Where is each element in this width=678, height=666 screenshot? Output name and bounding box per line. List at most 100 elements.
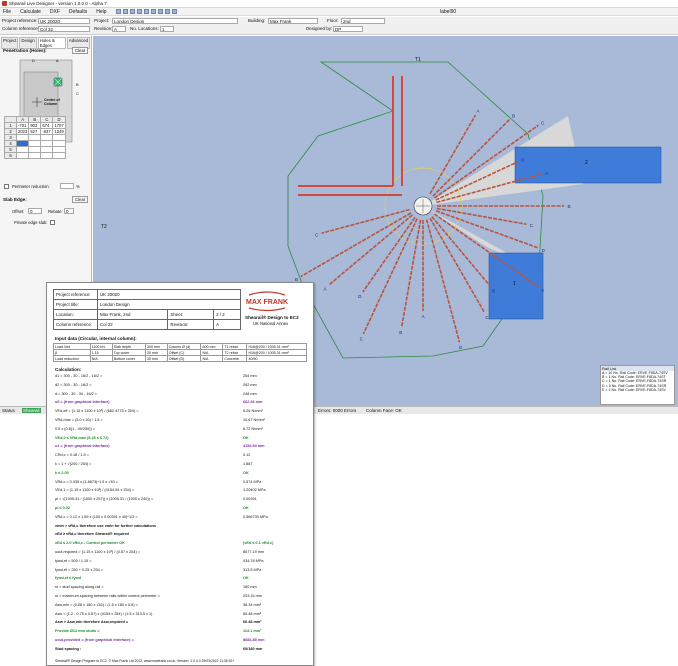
calc-result: 313.5 MPa (243, 567, 262, 572)
report-footer: Shearail® Design Program to EC2, © Max F… (55, 659, 235, 663)
menu-dxf[interactable]: DXF (50, 9, 60, 15)
hole-1[interactable] (488, 252, 544, 320)
perimeter-reduction-checkbox[interactable] (4, 184, 9, 189)
rail-type-label: C (315, 232, 319, 237)
private-edge-label: Private edge slab: (14, 220, 48, 225)
calc-icon[interactable] (150, 9, 156, 14)
brand-subtitle: Shearail® Design to EC2 (245, 315, 299, 320)
status-label: Status (2, 408, 15, 413)
project-label: Project: (94, 18, 110, 23)
calc-result: 6.72 N/mm² (243, 426, 263, 431)
calc-result: 0.12 (243, 453, 251, 458)
clear-holes-button[interactable]: Clear (72, 47, 89, 54)
export-icon[interactable] (143, 9, 149, 14)
building-field[interactable]: Max Frank (268, 18, 318, 24)
offset-field[interactable]: 0 (28, 208, 42, 214)
rail-type-label: A (541, 288, 544, 293)
list-item[interactable]: E = 2 No. Rail Code: ERVE-F8DA-74SV (601, 388, 674, 392)
zoom-icon[interactable] (164, 9, 170, 14)
rail-type-label: D (358, 294, 362, 299)
dim-t2-label: T2 (101, 224, 107, 230)
report-value: UK 20020 (97, 289, 241, 300)
column-reference-field[interactable]: Col 32 (38, 26, 90, 32)
report-value: London Design (97, 299, 241, 310)
new-icon[interactable] (115, 9, 121, 14)
table-cell[interactable]: 1349 (52, 128, 66, 135)
calc-line: uout,provided = (from graphical interfac… (55, 638, 134, 642)
shear-rail[interactable] (328, 214, 413, 286)
project-reference-field[interactable]: UK 20020 (38, 18, 90, 24)
report-value: Max Frank, 2nd (96, 309, 169, 320)
revision-field[interactable]: A (112, 26, 126, 32)
rebate-field[interactable]: 0 (64, 208, 74, 214)
save-icon[interactable] (129, 9, 135, 14)
no-locations-field[interactable]: 1 (160, 26, 174, 32)
column-face-status: Column Face: OK (366, 408, 402, 413)
table-cell: Offset (D) (166, 355, 202, 362)
calc-result: 0.574 MPa (243, 479, 262, 484)
calc-line: VRd,c = 0.035 x (1.8873)^1.5 x √40 = (55, 479, 118, 484)
table-cell[interactable] (52, 152, 66, 159)
slab-edge-title: Slab Edge: (3, 197, 27, 202)
open-icon[interactable] (122, 9, 128, 14)
calc-line: u1 = (from graphical interface) (55, 444, 110, 449)
table-cell[interactable] (40, 152, 54, 159)
svg-text:MAX FRANK: MAX FRANK (246, 299, 288, 306)
floor-field[interactable]: 2nd (341, 18, 385, 24)
info-icon[interactable] (171, 9, 177, 14)
input-table: Load Ved 1100 kN Slab depth 300 mm Column … (53, 343, 307, 362)
shear-rail[interactable] (434, 213, 539, 288)
table-cell[interactable]: 1707 (52, 122, 66, 129)
calc-line: 0.5 x (0.6(1 - 40/250)) = (55, 426, 95, 431)
table-row: Load reduction N/A Bottom cover 30 mm Offs… (53, 355, 307, 362)
table-cell: Concrete (222, 355, 248, 362)
penetration-title: Penetration (Holes): (3, 48, 47, 53)
private-edge-checkbox[interactable] (50, 220, 55, 225)
table-cell: Bottom cover (111, 355, 146, 362)
floor-label: Floor: (327, 18, 339, 23)
calc-result: 203.15 mm (243, 594, 262, 598)
table-cell[interactable] (15, 152, 30, 159)
rail-type-label: B (512, 113, 515, 118)
calc-line: fywd,ef ≤ fywd (55, 576, 81, 581)
calc-line: sr = stud spacing along rail = (55, 585, 104, 590)
rail-list-panel: Rail List A = 10 No. Rail Code: ERVE-F8D… (600, 365, 675, 405)
calc-line: VEd,0 ≤ VRd,max (5.26 ≤ 6.72) (55, 435, 109, 440)
project-fields: Project reference: UK 20020 Project: Lon… (0, 17, 678, 35)
shear-rail[interactable] (362, 218, 418, 335)
calc-result: OK (243, 435, 249, 440)
designed-by-field[interactable]: DP (333, 26, 363, 32)
menu-defaults[interactable]: Defaults (69, 9, 87, 15)
calc-result: 1.20402 MPa (243, 488, 266, 493)
report-label: Column reference: (53, 319, 98, 330)
label-right: label90 (440, 8, 457, 15)
project-reference-label: Project reference: (2, 18, 38, 23)
designed-by-label: Designed by: (306, 26, 333, 31)
calc-line: VRd,max = (3.0 x 40) / 1.5 = (55, 418, 103, 422)
menu-calculate[interactable]: Calculate (20, 9, 41, 15)
project-field[interactable]: London Design (112, 18, 238, 24)
menu-file[interactable]: File (3, 9, 11, 15)
calc-result: 38.34 mm² (243, 602, 262, 607)
calc-result: 113.1 mm² (243, 629, 262, 634)
rail-type-label: A (545, 171, 548, 176)
row-id[interactable]: 6 (4, 152, 17, 159)
diagram-letter-b: B (76, 83, 79, 87)
print-icon[interactable] (136, 9, 142, 14)
table-cell: N/A (89, 355, 113, 362)
hole-2[interactable] (514, 146, 662, 184)
calc-line: d1 = 300 - 30 - 16/2 - 16/2 = (55, 374, 103, 378)
calc-line: fywd,ef = 500 / 1.15 = (55, 558, 92, 563)
hole-2-label: 2 (585, 160, 588, 166)
report-header-table: Project reference: UK 20020 Project title… (53, 289, 241, 330)
rail-type-label: D (459, 345, 463, 350)
shear-rail[interactable] (400, 219, 422, 328)
list-item[interactable]: C = 1 No. Rail Code: ERVE-F8DA-74SR (601, 379, 674, 383)
status-result: Errors: 0000 Errors (318, 408, 357, 413)
perimeter-reduction-field[interactable] (60, 183, 74, 189)
menu-help[interactable]: Help (96, 9, 106, 15)
table-cell[interactable] (28, 152, 42, 159)
table-cell[interactable]: 2023 (15, 128, 30, 135)
clear-edge-button[interactable]: Clear (72, 196, 89, 203)
chart-icon[interactable] (157, 9, 163, 14)
